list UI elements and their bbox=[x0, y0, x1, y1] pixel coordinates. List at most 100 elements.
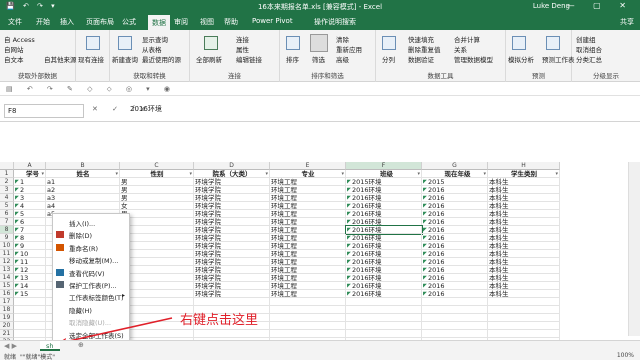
table-cell[interactable]: 2016 ◤ bbox=[422, 234, 488, 242]
table-cell[interactable]: 男 bbox=[120, 258, 194, 266]
table-cell[interactable]: 2016 ◤ bbox=[422, 210, 488, 218]
table-cell[interactable] bbox=[488, 322, 560, 330]
table-cell[interactable]: 8 ◤ bbox=[14, 234, 46, 242]
filter-dropdown-icon[interactable]: ▾ bbox=[341, 170, 344, 177]
table-cell[interactable]: 6 ◤ bbox=[14, 218, 46, 226]
table-cell[interactable]: 2016环境 ◤ bbox=[346, 218, 422, 226]
table-cell[interactable]: 环境工程 bbox=[270, 242, 346, 250]
table-cell[interactable]: 2016环境 ◤ bbox=[346, 266, 422, 274]
row-header[interactable]: 14 bbox=[0, 274, 14, 282]
header-cell[interactable]: 现在年级 ▾ bbox=[422, 170, 488, 178]
row-header[interactable]: 11 bbox=[0, 250, 14, 258]
table-cell[interactable]: 本科生 bbox=[488, 242, 560, 250]
tab-5[interactable]: 数据 bbox=[148, 15, 170, 30]
table-cell[interactable]: 本科生 bbox=[488, 282, 560, 290]
row-header[interactable]: 5 bbox=[0, 202, 14, 210]
table-cell[interactable]: 本科生 bbox=[488, 258, 560, 266]
table-cell[interactable]: 环境学院 bbox=[194, 250, 270, 258]
table-cell[interactable]: 男 bbox=[120, 218, 194, 226]
table-cell[interactable] bbox=[270, 314, 346, 322]
advanced-button[interactable]: 高级 bbox=[336, 54, 349, 64]
add-sheet-icon[interactable]: ⊕ bbox=[78, 341, 84, 349]
table-cell[interactable]: 环境学院 bbox=[194, 178, 270, 186]
properties-button[interactable]: 属性 bbox=[236, 44, 249, 54]
table-cell[interactable] bbox=[422, 314, 488, 322]
from-access-button[interactable]: 自 Access bbox=[4, 34, 35, 44]
window-controls[interactable]: — ▢ ✕ bbox=[567, 1, 634, 10]
table-cell[interactable]: 本科生 bbox=[488, 250, 560, 258]
table-cell[interactable]: 环境工程 bbox=[270, 234, 346, 242]
table-cell[interactable]: a2 bbox=[46, 186, 120, 194]
tab-7[interactable]: 视图 bbox=[200, 17, 214, 27]
column-header[interactable]: A bbox=[14, 162, 46, 170]
table-cell[interactable]: 环境工程 bbox=[270, 290, 346, 298]
table-cell[interactable]: 环境工程 bbox=[270, 282, 346, 290]
flash-fill-button[interactable]: 快速填充 bbox=[408, 34, 434, 44]
table-cell[interactable]: 女 bbox=[120, 226, 194, 234]
subtotal-button[interactable]: 分类汇总 bbox=[576, 54, 602, 64]
table-cell[interactable] bbox=[346, 298, 422, 306]
vertical-scrollbar[interactable] bbox=[628, 162, 640, 336]
row-header[interactable]: 7 bbox=[0, 218, 14, 226]
table-cell[interactable]: 女 bbox=[120, 202, 194, 210]
context-menu-item[interactable]: 查看代码(V) bbox=[69, 268, 105, 278]
table-cell[interactable]: 11 ◤ bbox=[14, 258, 46, 266]
row-header[interactable]: 16 bbox=[0, 290, 14, 298]
table-cell[interactable]: 男 bbox=[120, 250, 194, 258]
tab-9[interactable]: Power Pivot bbox=[252, 17, 293, 25]
table-cell[interactable]: 环境学院 bbox=[194, 274, 270, 282]
row-header[interactable]: 3 bbox=[0, 186, 14, 194]
row-header[interactable]: 18 bbox=[0, 306, 14, 314]
clear-button[interactable]: 清除 bbox=[336, 34, 349, 44]
table-cell[interactable]: 环境工程 bbox=[270, 178, 346, 186]
table-cell[interactable]: 环境学院 bbox=[194, 194, 270, 202]
column-header[interactable]: F bbox=[346, 162, 422, 170]
table-cell[interactable]: 男 bbox=[120, 274, 194, 282]
table-cell[interactable] bbox=[120, 330, 194, 338]
table-cell[interactable] bbox=[194, 330, 270, 338]
row-header[interactable]: 12 bbox=[0, 258, 14, 266]
row-header[interactable]: 20 bbox=[0, 322, 14, 330]
table-cell[interactable]: 2 ◤ bbox=[14, 186, 46, 194]
tab-3[interactable]: 页面布局 bbox=[86, 17, 114, 27]
row-header[interactable]: 8 bbox=[0, 226, 14, 234]
zoom-level[interactable]: 100% bbox=[617, 352, 634, 359]
consolidate-button[interactable]: 合并计算 bbox=[454, 34, 480, 44]
table-cell[interactable]: 本科生 bbox=[488, 266, 560, 274]
data-validation-button[interactable]: 数据验证 bbox=[408, 54, 434, 64]
column-header[interactable]: H bbox=[488, 162, 560, 170]
table-cell[interactable]: 15 ◤ bbox=[14, 290, 46, 298]
table-cell[interactable] bbox=[488, 330, 560, 338]
text-to-columns-button[interactable]: 分列 bbox=[382, 54, 395, 64]
table-cell[interactable]: 2016环境 ◤ bbox=[346, 290, 422, 298]
table-cell[interactable]: 2016 ◤ bbox=[422, 266, 488, 274]
table-cell[interactable]: 环境工程 bbox=[270, 210, 346, 218]
from-table-button[interactable]: 从表格 bbox=[142, 44, 162, 54]
table-cell[interactable]: 2016环境 ◤ bbox=[346, 274, 422, 282]
filter-dropdown-icon[interactable]: ▾ bbox=[555, 170, 558, 177]
header-cell[interactable]: 学号 ▾ bbox=[14, 170, 46, 178]
table-cell[interactable]: 2016 ◤ bbox=[422, 242, 488, 250]
table-cell[interactable]: 男 bbox=[120, 234, 194, 242]
header-cell[interactable]: 性别 ▾ bbox=[120, 170, 194, 178]
table-cell[interactable]: 环境学院 bbox=[194, 282, 270, 290]
table-cell[interactable]: 环境学院 bbox=[194, 186, 270, 194]
table-cell[interactable]: 环境工程 bbox=[270, 218, 346, 226]
table-cell[interactable]: 本科生 bbox=[488, 202, 560, 210]
table-cell[interactable]: 环境学院 bbox=[194, 266, 270, 274]
table-cell[interactable]: 2016环境 ◤ bbox=[346, 210, 422, 218]
table-cell[interactable] bbox=[270, 330, 346, 338]
table-cell[interactable]: 本科生 bbox=[488, 234, 560, 242]
table-cell[interactable]: 10 ◤ bbox=[14, 250, 46, 258]
table-cell[interactable] bbox=[270, 322, 346, 330]
table-cell[interactable] bbox=[422, 306, 488, 314]
table-cell[interactable]: 男 bbox=[120, 194, 194, 202]
context-menu-item[interactable]: 保护工作表(P)... bbox=[69, 280, 117, 290]
tab-0[interactable]: 文件 bbox=[8, 17, 22, 27]
row-header[interactable]: 19 bbox=[0, 314, 14, 322]
from-other-button[interactable]: 自其他来源 bbox=[44, 54, 77, 64]
table-cell[interactable]: 环境学院 bbox=[194, 218, 270, 226]
table-cell[interactable]: 本科生 bbox=[488, 290, 560, 298]
table-cell[interactable] bbox=[14, 306, 46, 314]
header-cell[interactable]: 院系（大类） ▾ bbox=[194, 170, 270, 178]
